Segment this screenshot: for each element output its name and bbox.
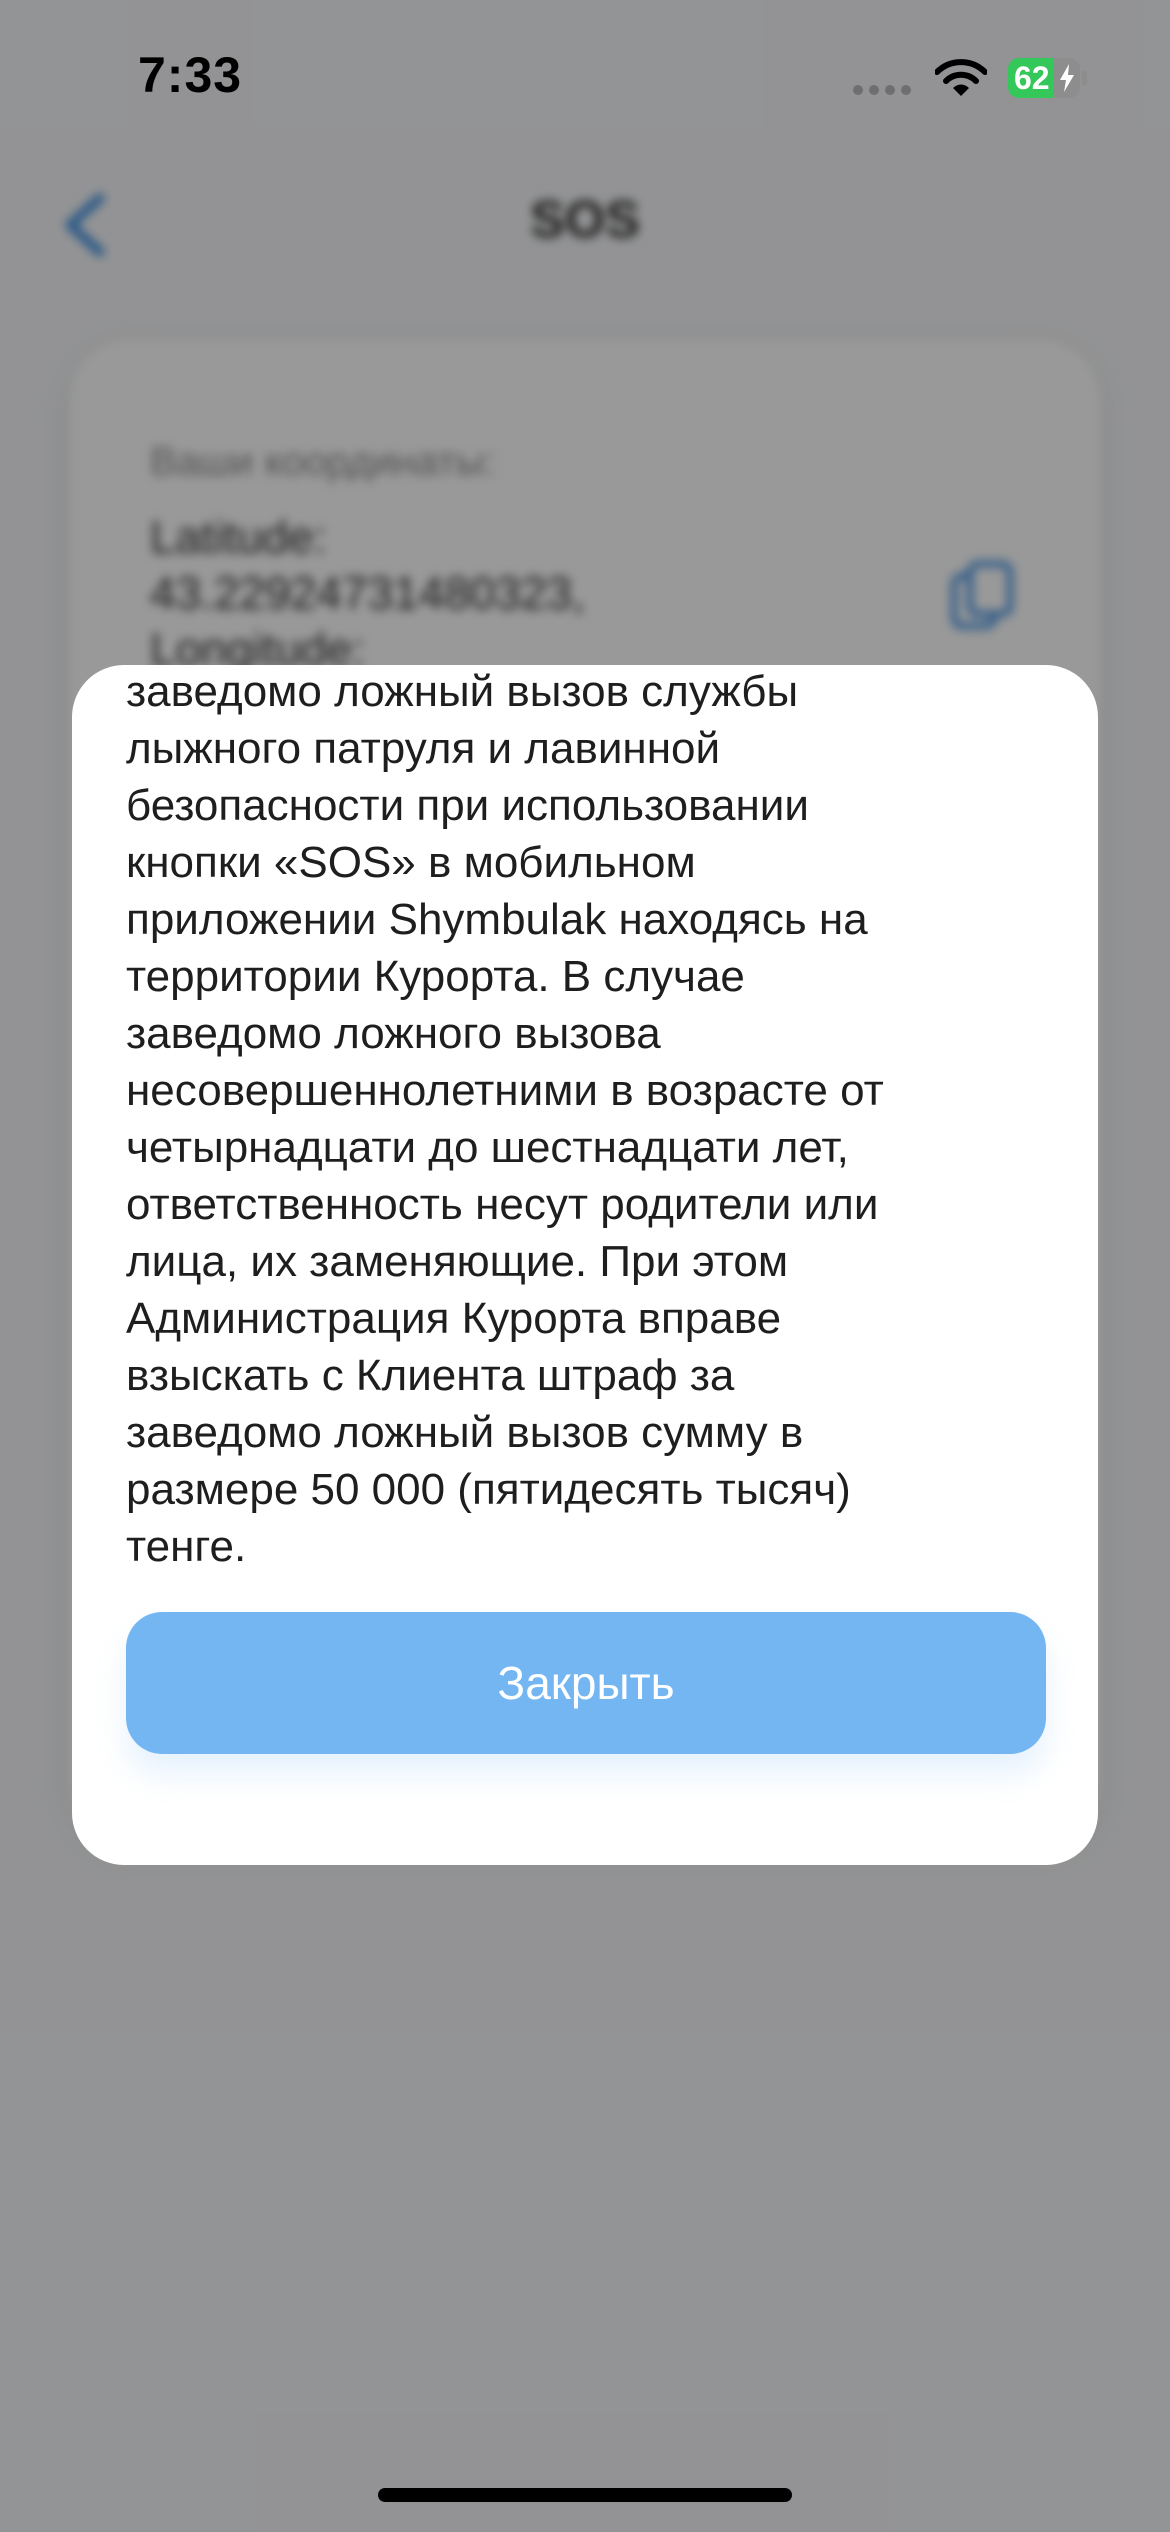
wifi-icon [935,59,987,96]
home-indicator[interactable] [378,2488,792,2502]
battery-body: 62 [1008,58,1080,98]
status-time: 7:33 [138,47,243,103]
charging-bolt-icon [1060,64,1074,92]
battery-cap [1082,71,1087,85]
status-bar: 7:33 62 [0,0,1170,150]
battery-indicator: 62 [1008,58,1088,98]
close-button[interactable]: Закрыть [126,1612,1046,1754]
disclaimer-modal: заведомо ложный вызов службы лыжного пат… [72,665,1098,1865]
cellular-signal-icon [853,85,911,95]
modal-scroll-area[interactable]: заведомо ложный вызов службы лыжного пат… [126,665,1056,1575]
modal-body-text: заведомо ложный вызов службы лыжного пат… [126,667,884,1571]
